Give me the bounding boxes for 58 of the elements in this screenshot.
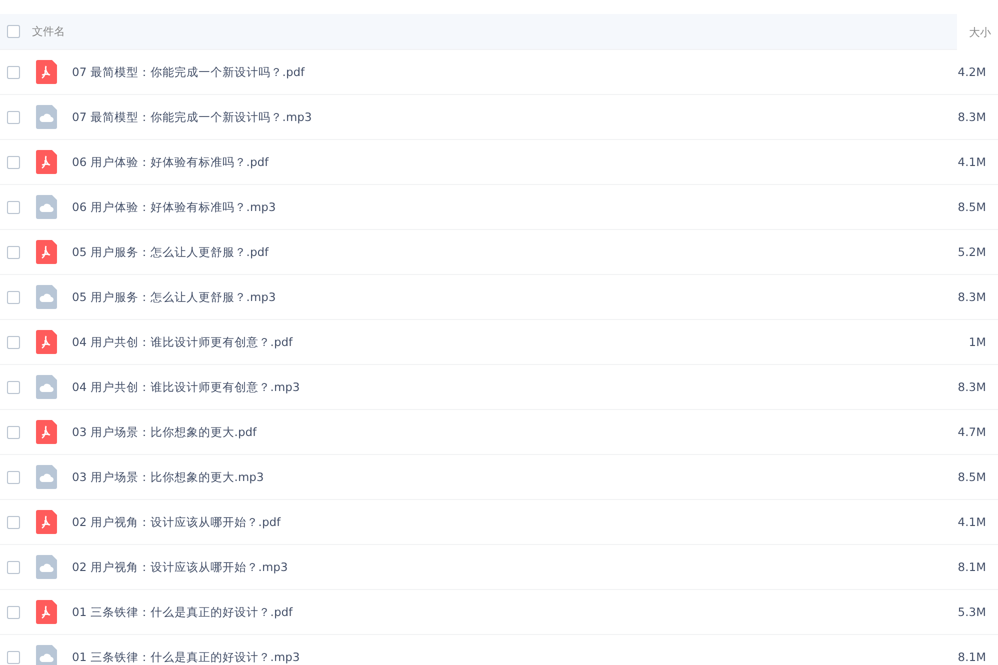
pdf-file-icon xyxy=(36,240,57,264)
file-name[interactable]: 06 用户体验：好体验有标准吗？.mp3 xyxy=(72,200,886,214)
file-name[interactable]: 05 用户服务：怎么让人更舒服？.mp3 xyxy=(72,290,886,304)
pdf-file-icon xyxy=(36,600,57,624)
pdf-file-icon xyxy=(36,60,57,84)
row-checkbox[interactable] xyxy=(7,200,20,214)
select-all-checkbox[interactable] xyxy=(7,25,20,38)
file-size: 4.2M xyxy=(956,65,987,79)
file-name[interactable]: 01 三条铁律：什么是真正的好设计？.mp3 xyxy=(72,650,886,664)
row-checkbox[interactable] xyxy=(7,290,20,304)
pdf-file-icon xyxy=(36,150,57,174)
file-name[interactable]: 01 三条铁律：什么是真正的好设计？.pdf xyxy=(72,604,886,620)
file-name[interactable]: 03 用户场景：比你想象的更大.mp3 xyxy=(72,470,886,484)
file-size: 1M xyxy=(968,335,987,349)
row-checkbox[interactable] xyxy=(7,470,20,484)
file-size: 8.1M xyxy=(956,650,987,664)
file-size: 4.1M xyxy=(956,515,987,529)
file-name[interactable]: 06 用户体验：好体验有标准吗？.pdf xyxy=(72,154,886,170)
file-size: 8.3M xyxy=(956,380,987,394)
file-size: 8.5M xyxy=(956,200,987,214)
file-name[interactable]: 07 最简模型：你能完成一个新设计吗？.mp3 xyxy=(72,110,886,124)
file-name[interactable]: 03 用户场景：比你想象的更大.pdf xyxy=(72,424,886,440)
pdf-file-icon xyxy=(36,420,57,444)
cloud-file-icon xyxy=(36,555,57,579)
file-name[interactable]: 02 用户视角：设计应该从哪开始？.mp3 xyxy=(72,560,886,574)
pdf-file-icon xyxy=(36,510,57,534)
pdf-file-icon xyxy=(36,330,57,354)
file-size: 8.5M xyxy=(956,470,987,484)
cloud-file-icon xyxy=(36,375,57,399)
file-name[interactable]: 07 最简模型：你能完成一个新设计吗？.pdf xyxy=(72,64,886,80)
cloud-file-icon xyxy=(36,645,57,665)
row-checkbox[interactable] xyxy=(7,516,20,528)
row-checkbox[interactable] xyxy=(7,380,20,394)
file-size: 8.1M xyxy=(956,560,987,574)
row-checkbox[interactable] xyxy=(7,156,20,168)
cloud-file-icon xyxy=(36,465,57,489)
file-name[interactable]: 04 用户共创：谁比设计师更有创意？.mp3 xyxy=(72,380,886,394)
cloud-file-icon xyxy=(36,285,57,309)
file-size: 4.7M xyxy=(956,425,987,439)
column-header[interactable]: 大小 xyxy=(957,24,998,40)
row-checkbox[interactable] xyxy=(7,426,20,438)
file-name[interactable]: 04 用户共创：谁比设计师更有创意？.pdf xyxy=(72,334,886,350)
row-checkbox[interactable] xyxy=(7,336,20,348)
file-name[interactable]: 02 用户视角：设计应该从哪开始？.pdf xyxy=(72,514,886,530)
file-name[interactable]: 05 用户服务：怎么让人更舒服？.pdf xyxy=(72,244,886,260)
file-size: 8.3M xyxy=(956,290,987,304)
row-checkbox[interactable] xyxy=(7,66,20,78)
row-checkbox[interactable] xyxy=(7,650,20,664)
row-checkbox[interactable] xyxy=(7,560,20,574)
row-checkbox[interactable] xyxy=(7,110,20,124)
row-checkbox[interactable] xyxy=(7,246,20,258)
file-size: 5.3M xyxy=(956,605,987,619)
file-size: 5.2M xyxy=(956,245,987,259)
cloud-file-icon xyxy=(36,195,57,219)
file-size: 8.3M xyxy=(956,110,987,124)
cloud-file-icon xyxy=(36,105,57,129)
file-size: 4.1M xyxy=(956,155,987,169)
row-checkbox[interactable] xyxy=(7,606,20,618)
